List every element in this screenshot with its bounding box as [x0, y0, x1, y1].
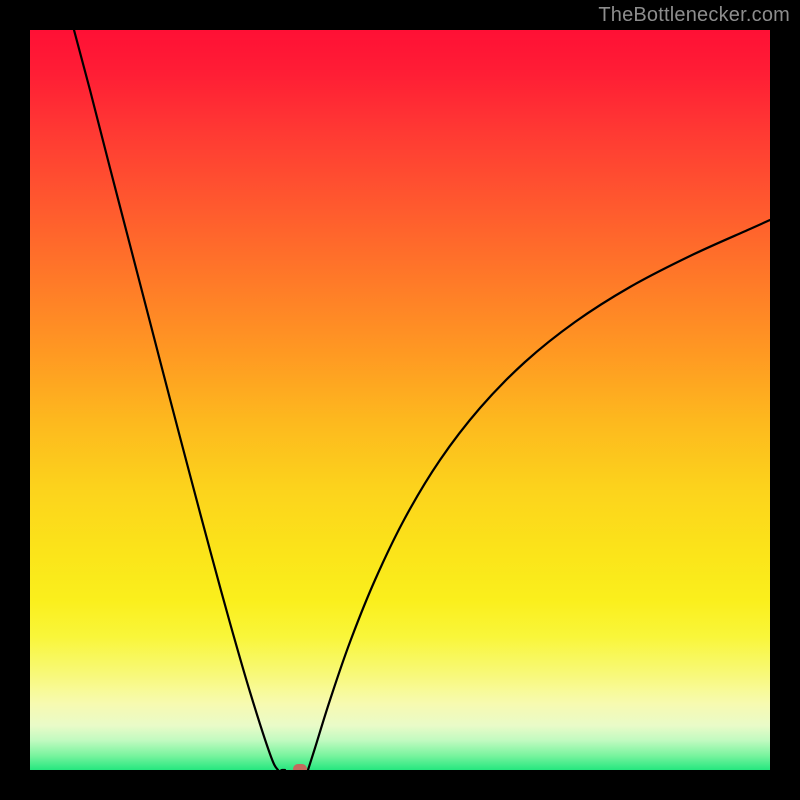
curve-right-branch: [308, 220, 770, 770]
bottleneck-curve: [30, 30, 770, 770]
watermark-text: TheBottlenecker.com: [598, 4, 790, 27]
curve-left-branch: [74, 30, 285, 770]
optimal-point-marker: [293, 764, 307, 770]
chart-frame: TheBottlenecker.com: [0, 0, 800, 800]
plot-area: [30, 30, 770, 770]
